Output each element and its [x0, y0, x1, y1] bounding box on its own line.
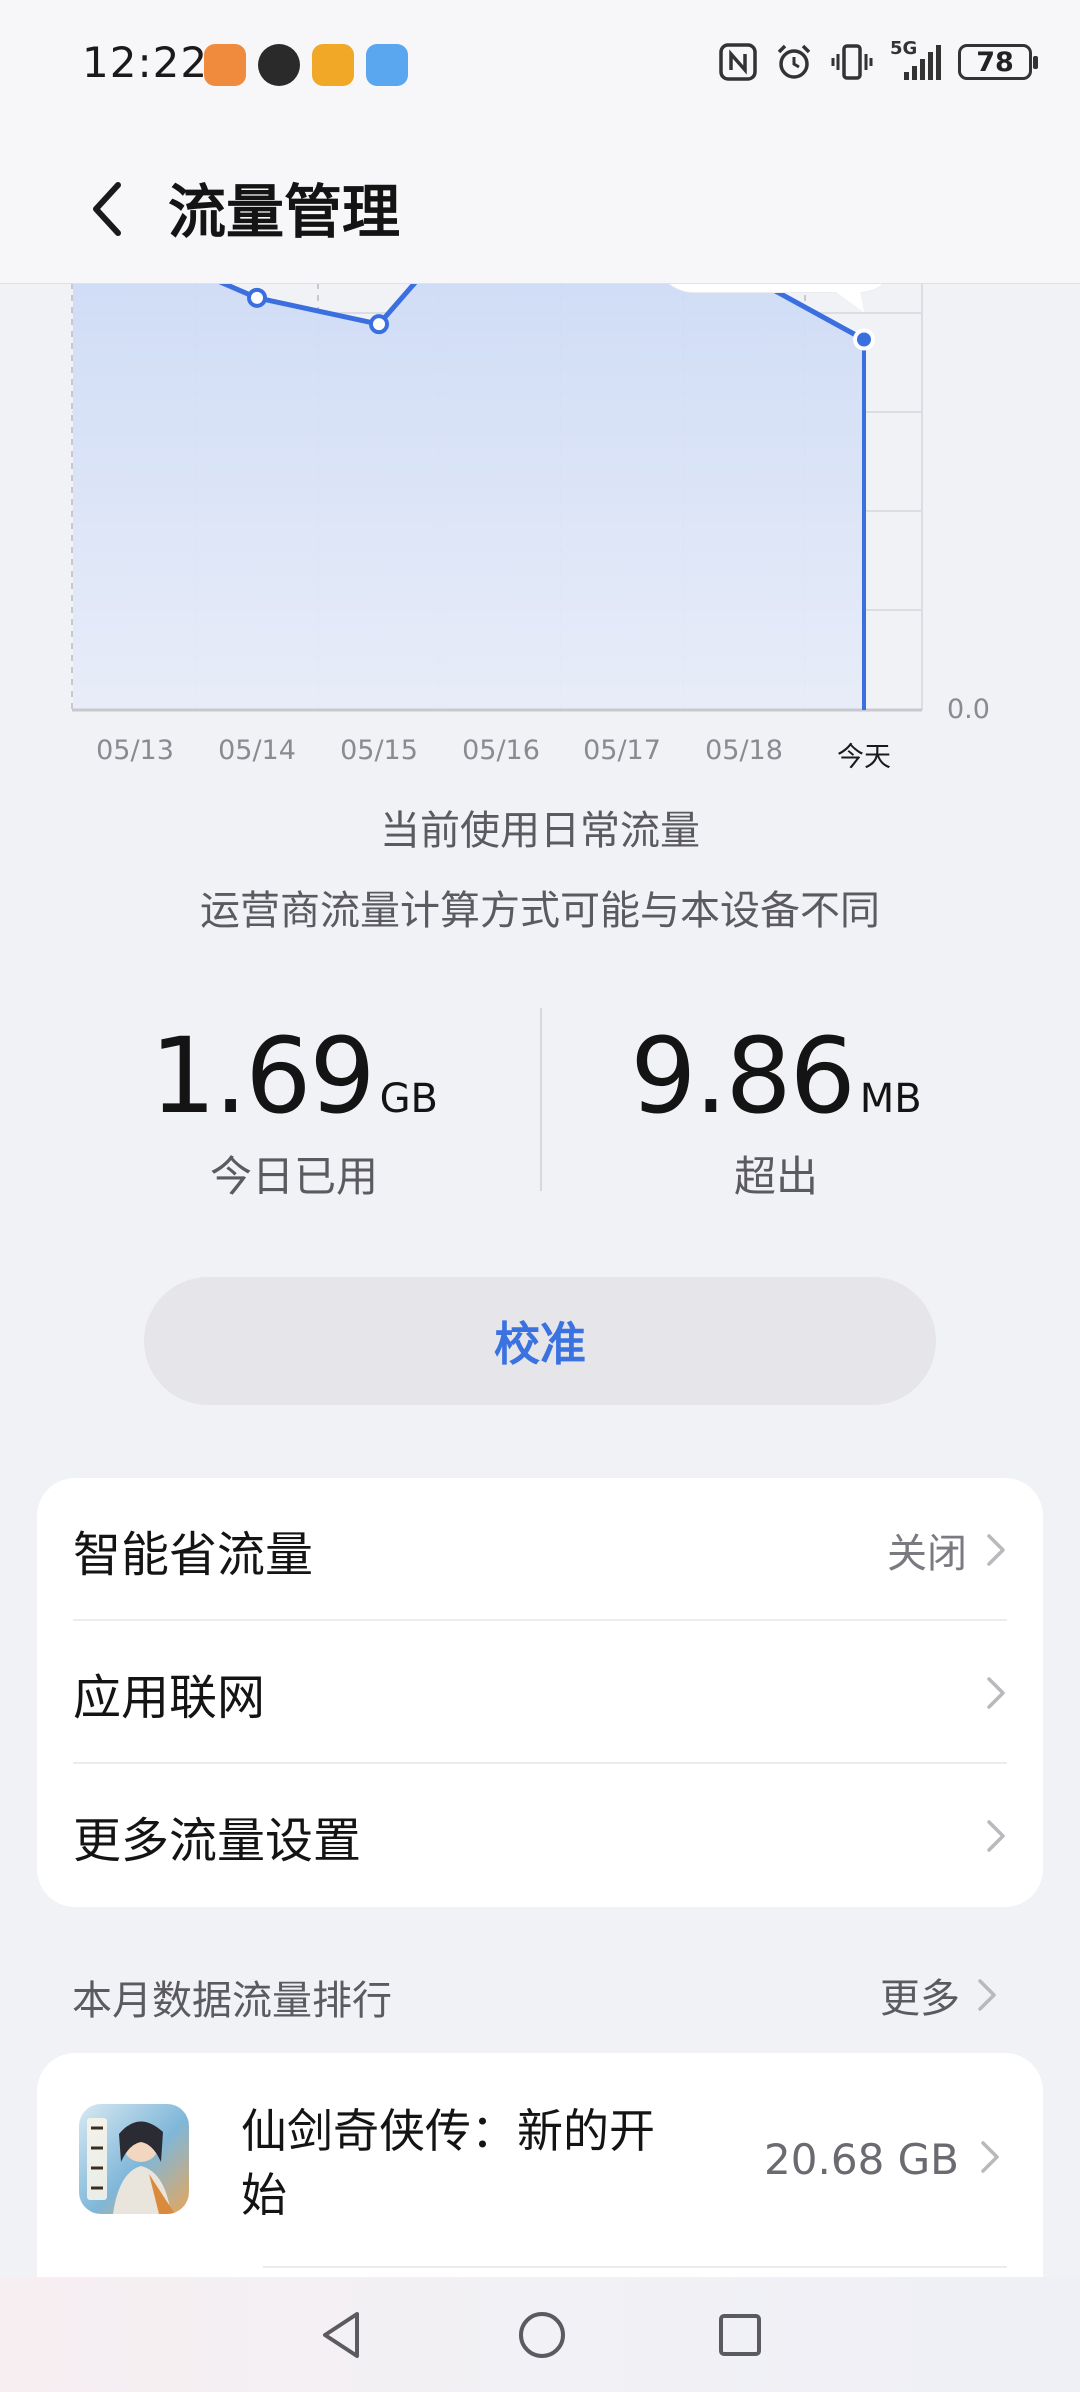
battery-icon: 78 — [958, 44, 1038, 80]
chart-x-tick-label: 今天 — [837, 742, 891, 773]
chart-x-tick-label: 05/14 — [218, 735, 296, 766]
battery-level: 78 — [976, 46, 1014, 78]
app-icon — [79, 2104, 189, 2214]
ranking-more-link[interactable]: 更多 — [880, 1966, 998, 2024]
chart-x-axis: 05/13 05/14 05/15 05/16 05/17 05/18 今天 — [0, 735, 1080, 775]
chevron-right-icon — [987, 1533, 1005, 1566]
chevron-right-icon — [987, 1819, 1005, 1852]
app-usage: 20.68 GB — [764, 2135, 959, 2184]
over-limit-label: 超出 — [733, 1152, 818, 1201]
back-arrow-icon[interactable] — [82, 173, 132, 245]
today-used-unit: GB — [379, 1076, 438, 1122]
usage-type-label: 当前使用日常流量 — [380, 808, 700, 854]
over-limit-stat: 9.86 MB 超出 — [506, 1015, 1046, 1204]
chart-x-tick-label: 05/17 — [583, 735, 661, 766]
carrier-disclaimer: 运营商流量计算方式可能与本设备不同 — [200, 888, 880, 934]
nav-home-icon[interactable] — [517, 2310, 567, 2360]
today-used-label: 今日已用 — [209, 1152, 378, 1201]
status-time: 12:22 — [82, 38, 209, 87]
chart-highlight-point — [857, 332, 871, 347]
app-header: 流量管理 — [0, 135, 1080, 284]
chart-y-tick-label: 0.0 — [947, 694, 990, 725]
signal-icon — [904, 45, 941, 80]
smart-data-saver-status: 关闭 — [887, 1530, 967, 1577]
row-divider — [263, 2266, 1007, 2268]
app-network-access-row[interactable]: 应用联网 — [37, 1621, 1043, 1764]
more-data-settings-row[interactable]: 更多流量设置 — [37, 1764, 1043, 1907]
calibrate-button[interactable]: 校准 — [144, 1277, 936, 1405]
chart-x-tick-label: 05/16 — [462, 735, 540, 766]
smart-data-saver-row[interactable]: 智能省流量 关闭 — [37, 1478, 1043, 1621]
nfc-icon — [719, 43, 757, 81]
vibrate-icon — [831, 44, 873, 80]
ranking-section-title: 本月数据流量排行 — [72, 1978, 392, 2024]
ranking-list-item[interactable]: 仙剑奇侠传：新的开始 20.68 GB — [37, 2053, 1043, 2268]
signal-indicator: 5G — [890, 38, 942, 82]
more-data-settings-label: 更多流量设置 — [73, 1812, 362, 1869]
smart-data-saver-label: 智能省流量 — [73, 1526, 314, 1583]
health-app-icon — [204, 44, 246, 86]
nav-back-icon[interactable] — [317, 2309, 367, 2361]
chart-area-fill — [73, 283, 864, 710]
usage-line-chart[interactable]: 1.69 GB — [0, 283, 1080, 783]
chart-x-tick-label: 05/13 — [96, 735, 174, 766]
chart-x-tick-label: 05/15 — [340, 735, 418, 766]
alarm-icon — [777, 44, 811, 79]
usage-chart: 1.69 GB — [0, 283, 1080, 783]
chevron-right-icon — [978, 1979, 996, 2011]
ranking-more-label: 更多 — [880, 1976, 960, 2022]
over-limit-value: 9.86 — [630, 1015, 856, 1137]
over-limit-unit: MB — [859, 1076, 922, 1122]
sprout-app-icon — [312, 44, 354, 86]
today-used-value: 1.69 — [150, 1015, 376, 1137]
chevron-right-icon — [981, 2141, 999, 2173]
app-name: 仙剑奇侠传：新的开始 — [241, 2104, 655, 2222]
status-bar: 12:22 5G 78 — [0, 0, 1080, 135]
nav-recents-icon[interactable] — [717, 2312, 763, 2358]
weather-app-icon — [366, 44, 408, 86]
today-used-stat: 1.69 GB 今日已用 — [24, 1015, 564, 1204]
notification-icons — [204, 44, 408, 86]
page-title: 流量管理 — [168, 178, 401, 246]
app-network-access-label: 应用联网 — [73, 1669, 266, 1726]
status-icons: 5G 78 — [718, 38, 1038, 82]
system-nav-bar — [0, 2277, 1080, 2392]
chevron-right-icon — [987, 1676, 1005, 1709]
chart-x-tick-label: 05/18 — [705, 735, 783, 766]
chart-data-point — [247, 287, 267, 308]
music-app-icon — [258, 44, 300, 86]
chart-data-point — [369, 314, 389, 335]
settings-card: 智能省流量 关闭 应用联网 更多流量设置 — [37, 1478, 1043, 1907]
